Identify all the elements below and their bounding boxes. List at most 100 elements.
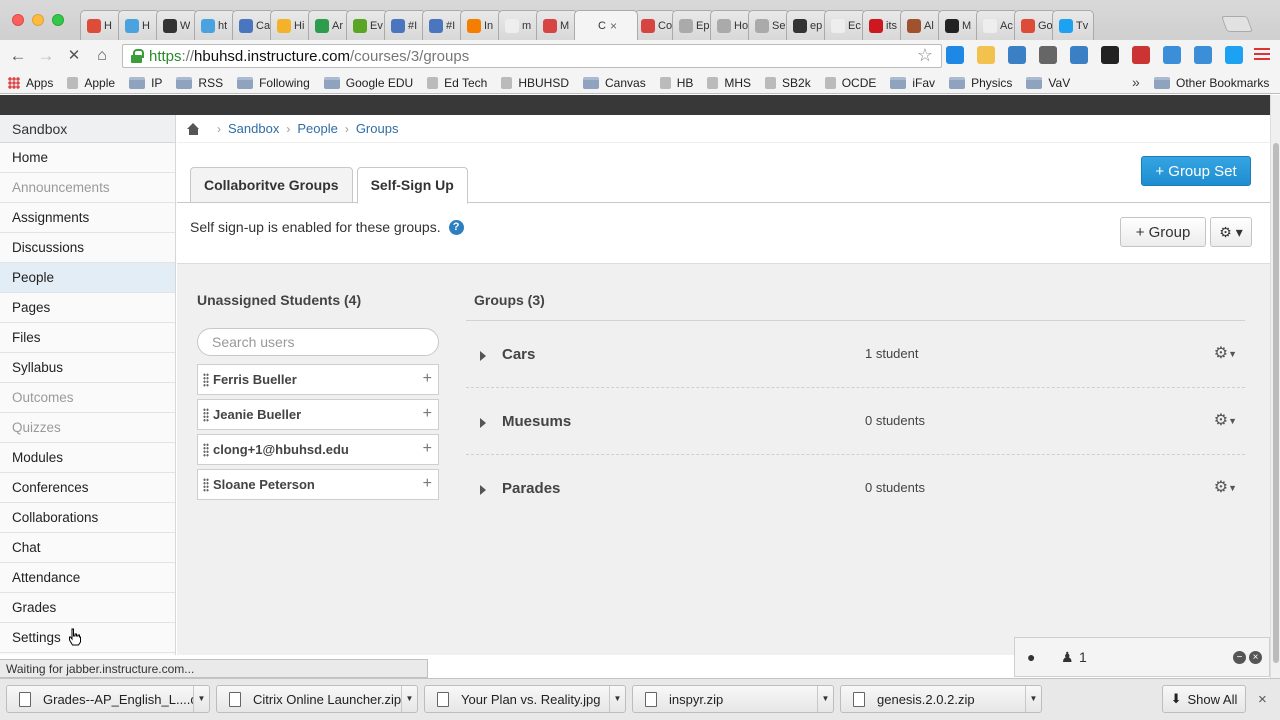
- nav-item-conferences[interactable]: Conferences: [0, 473, 175, 503]
- show-all-downloads-button[interactable]: ⬇ Show All: [1162, 685, 1246, 713]
- extension-icon[interactable]: [1101, 46, 1119, 64]
- search-users-input[interactable]: Search users: [197, 328, 439, 356]
- group-row[interactable]: Cars 1 student ⚙▼: [466, 321, 1245, 388]
- nav-item-pages[interactable]: Pages: [0, 293, 175, 323]
- browser-tab[interactable]: ep: [786, 10, 828, 40]
- add-to-group-icon[interactable]: +: [423, 370, 432, 388]
- browser-tab[interactable]: M: [536, 10, 578, 40]
- nav-item-assignments[interactable]: Assignments: [0, 203, 175, 233]
- browser-tab[interactable]: Ca: [232, 10, 274, 40]
- bookmark-item[interactable]: SB2k: [765, 76, 811, 90]
- nav-item-settings[interactable]: Settings: [0, 623, 175, 653]
- download-item[interactable]: Your Plan vs. Reality.jpg ▼: [424, 685, 626, 713]
- page-scrollbar[interactable]: [1270, 95, 1280, 678]
- drag-handle-icon[interactable]: [203, 442, 209, 457]
- browser-tab[interactable]: Ho: [710, 10, 752, 40]
- bookmark-item[interactable]: HB: [659, 76, 693, 90]
- course-title[interactable]: Sandbox: [0, 115, 175, 143]
- browser-tab[interactable]: H: [80, 10, 122, 40]
- group-set-settings-gear-icon[interactable]: ⚙ ▾: [1210, 217, 1252, 247]
- bookmarks-overflow-icon[interactable]: »: [1132, 74, 1140, 90]
- bookmark-item[interactable]: IP: [129, 76, 162, 90]
- browser-tab[interactable]: Se: [748, 10, 790, 40]
- unassigned-student-row[interactable]: Sloane Peterson +: [197, 469, 439, 500]
- chrome-menu-icon[interactable]: [1254, 48, 1270, 62]
- bookmark-item[interactable]: Apps: [8, 76, 53, 90]
- bookmark-item[interactable]: Apple: [67, 76, 115, 90]
- nav-item-grades[interactable]: Grades: [0, 593, 175, 623]
- extension-icon[interactable]: [1070, 46, 1088, 64]
- bookmark-item[interactable]: OCDE: [824, 76, 876, 90]
- extension-icon[interactable]: [1008, 46, 1026, 64]
- browser-tab[interactable]: ht: [194, 10, 236, 40]
- browser-tab[interactable]: #I: [384, 10, 426, 40]
- close-tab-icon[interactable]: ×: [610, 19, 617, 33]
- address-bar[interactable]: https://hbuhsd.instructure.com/courses/3…: [122, 44, 942, 68]
- add-to-group-icon[interactable]: +: [423, 405, 432, 423]
- browser-tab[interactable]: C ×: [574, 10, 638, 40]
- back-icon[interactable]: ←: [8, 46, 28, 66]
- nav-item-quizzes[interactable]: Quizzes: [0, 413, 175, 443]
- download-menu-arrow-icon[interactable]: ▼: [401, 686, 417, 712]
- breadcrumb-sandbox[interactable]: Sandbox: [228, 121, 279, 136]
- drag-handle-icon[interactable]: [203, 477, 209, 492]
- minimize-window-button[interactable]: [32, 14, 44, 26]
- browser-tab[interactable]: H: [118, 10, 160, 40]
- nav-item-syllabus[interactable]: Syllabus: [0, 353, 175, 383]
- nav-item-people[interactable]: People: [0, 263, 175, 293]
- download-menu-arrow-icon[interactable]: ▼: [609, 686, 625, 712]
- home-icon[interactable]: ⌂: [92, 46, 112, 66]
- extension-icon[interactable]: [1163, 46, 1181, 64]
- minimize-chat-icon[interactable]: −: [1233, 651, 1246, 664]
- nav-item-home[interactable]: Home: [0, 143, 175, 173]
- group-settings-gear-icon[interactable]: ⚙▼: [1214, 410, 1237, 430]
- tab-self-sign-up[interactable]: Self-Sign Up: [356, 167, 468, 204]
- browser-tab[interactable]: Tv: [1052, 10, 1094, 40]
- bookmark-item[interactable]: Following: [237, 76, 310, 90]
- bookmark-item[interactable]: HBUHSD: [501, 76, 569, 90]
- close-window-button[interactable]: [12, 14, 24, 26]
- extension-icon[interactable]: [1039, 46, 1057, 64]
- bookmark-item[interactable]: MHS: [707, 76, 751, 90]
- bookmark-item[interactable]: Google EDU: [323, 76, 413, 90]
- other-bookmarks[interactable]: Other Bookmarks: [1154, 76, 1269, 90]
- extension-icon[interactable]: [1225, 46, 1243, 64]
- browser-tab[interactable]: Ac: [976, 10, 1018, 40]
- nav-item-announcements[interactable]: Announcements: [0, 173, 175, 203]
- browser-tab[interactable]: #I: [422, 10, 464, 40]
- extension-icon[interactable]: [946, 46, 964, 64]
- group-row[interactable]: Parades 0 students ⚙▼: [466, 455, 1245, 522]
- nav-item-files[interactable]: Files: [0, 323, 175, 353]
- browser-tab[interactable]: In: [460, 10, 502, 40]
- home-icon[interactable]: [187, 122, 200, 135]
- unassigned-student-row[interactable]: Jeanie Bueller +: [197, 399, 439, 430]
- group-row[interactable]: Muesums 0 students ⚙▼: [466, 388, 1245, 455]
- stop-loading-icon[interactable]: ✕: [64, 46, 84, 66]
- help-icon[interactable]: ?: [448, 219, 464, 235]
- close-downloads-icon[interactable]: ×: [1258, 691, 1267, 708]
- download-item[interactable]: genesis.2.0.2.zip ▼: [840, 685, 1042, 713]
- extension-icon[interactable]: [1132, 46, 1150, 64]
- add-to-group-icon[interactable]: +: [423, 475, 432, 493]
- group-settings-gear-icon[interactable]: ⚙▼: [1214, 343, 1237, 363]
- unassigned-student-row[interactable]: Ferris Bueller +: [197, 364, 439, 395]
- bookmark-star-icon[interactable]: ☆: [917, 45, 933, 66]
- browser-tab[interactable]: W: [156, 10, 198, 40]
- new-tab-button[interactable]: [1221, 16, 1253, 32]
- nav-item-chat[interactable]: Chat: [0, 533, 175, 563]
- chat-bubble-icon[interactable]: ●: [1027, 649, 1035, 665]
- bookmark-item[interactable]: RSS: [176, 76, 223, 90]
- chat-widget[interactable]: ● ♟ 1 − ×: [1014, 637, 1270, 677]
- expand-caret-icon[interactable]: [480, 485, 486, 495]
- nav-item-discussions[interactable]: Discussions: [0, 233, 175, 263]
- browser-tab[interactable]: Ev: [346, 10, 388, 40]
- extension-icon[interactable]: [1194, 46, 1212, 64]
- scrollbar-thumb[interactable]: [1273, 143, 1279, 663]
- extension-icon[interactable]: [977, 46, 995, 64]
- browser-tab[interactable]: Ar: [308, 10, 350, 40]
- bookmark-item[interactable]: Canvas: [583, 76, 646, 90]
- browser-tab[interactable]: Co: [634, 10, 676, 40]
- bookmark-item[interactable]: VaV: [1026, 76, 1070, 90]
- close-chat-icon[interactable]: ×: [1249, 651, 1262, 664]
- zoom-window-button[interactable]: [52, 14, 64, 26]
